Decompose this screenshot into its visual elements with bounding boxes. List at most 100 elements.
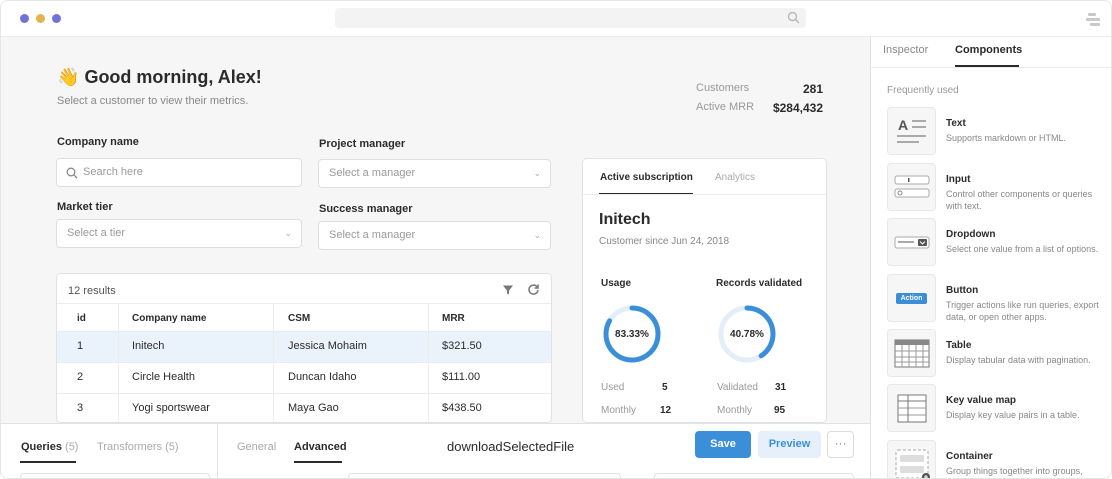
column-header-id[interactable]: id xyxy=(77,304,86,333)
component-table[interactable]: Table Display tabular data with paginati… xyxy=(887,329,1111,379)
table-header-row: id Company name CSM MRR xyxy=(57,303,551,333)
search-icon xyxy=(787,11,800,24)
wave-emoji: 👋 xyxy=(57,67,80,87)
table-row[interactable]: 3 Yogi sportswear Maya Gao $438.50 xyxy=(57,394,551,422)
component-key-value-map[interactable]: Key value map Display key value pairs in… xyxy=(887,384,1111,434)
container-component-icon xyxy=(887,440,936,478)
page-subtitle: Select a customer to view their metrics. xyxy=(57,95,249,107)
query-field[interactable] xyxy=(654,473,854,478)
chevron-down-icon: ⌄ xyxy=(533,230,541,240)
company-search-input[interactable]: Search here xyxy=(56,158,302,187)
market-tier-placeholder: Select a tier xyxy=(67,227,126,239)
column-header-company[interactable]: Company name xyxy=(132,304,206,333)
divider xyxy=(871,67,1111,68)
window-dot-icon[interactable] xyxy=(36,14,45,23)
dropdown-component-icon xyxy=(887,218,936,266)
component-title: Container xyxy=(946,451,993,462)
transformers-label: Transformers xyxy=(97,441,162,453)
component-container[interactable]: Container Group things together into gro… xyxy=(887,440,1111,478)
used-value: 5 xyxy=(662,382,668,393)
column-divider xyxy=(118,303,119,422)
text-component-icon: A xyxy=(887,107,936,155)
queries-count: (5) xyxy=(65,441,79,453)
component-title: Input xyxy=(946,174,971,185)
refresh-icon[interactable] xyxy=(527,283,540,296)
query-field[interactable] xyxy=(348,473,621,478)
save-button[interactable]: Save xyxy=(695,431,751,458)
usage-percent: 83.33% xyxy=(615,329,649,340)
customers-table: 12 results id Company name CSM MRR 1 Ini… xyxy=(56,273,552,423)
divider xyxy=(217,424,218,478)
search-icon xyxy=(66,167,78,179)
component-title: Table xyxy=(946,340,972,351)
usage-title: Usage xyxy=(601,278,632,289)
tab-analytics[interactable]: Analytics xyxy=(715,172,755,183)
records-monthly-value: 95 xyxy=(774,405,786,416)
component-description: Display tabular data with pagination. xyxy=(946,355,1091,365)
mrr-value: $284,432 xyxy=(772,101,823,115)
tab-inspector[interactable]: Inspector xyxy=(883,44,928,56)
filter-icon[interactable] xyxy=(502,284,514,296)
column-header-mrr[interactable]: MRR xyxy=(442,304,465,333)
tab-general[interactable]: General xyxy=(237,441,276,453)
table-row[interactable]: 1 Initech Jessica Mohaim $321.50 xyxy=(57,332,551,363)
component-description: Control other components or queries with… xyxy=(946,189,1093,211)
cell-csm: Maya Gao xyxy=(288,402,339,414)
component-description: Trigger actions like run queries, export… xyxy=(946,300,1099,322)
component-description: Supports markdown or HTML. xyxy=(946,133,1067,143)
queries-label: Queries xyxy=(21,441,62,453)
cell-company: Initech xyxy=(132,340,165,352)
preview-button[interactable]: Preview xyxy=(758,431,821,458)
tab-queries[interactable]: Queries (5) xyxy=(21,441,78,453)
components-panel: Inspector Components Frequently used A T… xyxy=(870,37,1111,478)
component-dropdown[interactable]: Dropdown Select one value from a list of… xyxy=(887,218,1111,268)
more-options-button[interactable]: ··· xyxy=(827,431,854,458)
app-window: 👋 Good morning, Alex! Select a customer … xyxy=(0,0,1112,479)
tab-components[interactable]: Components xyxy=(955,44,1022,56)
greeting-text: Good morning, Alex! xyxy=(84,67,262,87)
success-manager-placeholder: Select a manager xyxy=(329,229,416,241)
button-component-label: Action xyxy=(896,293,927,304)
cell-id: 3 xyxy=(77,402,84,414)
query-name[interactable]: downloadSelectedFile xyxy=(447,439,574,454)
used-label: Used xyxy=(601,382,625,393)
app-canvas: 👋 Good morning, Alex! Select a customer … xyxy=(1,37,870,423)
component-button[interactable]: Action Button Trigger actions like run q… xyxy=(887,274,1111,324)
results-count: 12 results xyxy=(68,285,116,297)
component-description: Group things together into groups, also … xyxy=(946,466,1083,476)
tab-transformers[interactable]: Transformers (5) xyxy=(97,441,179,453)
page-title: 👋 Good morning, Alex! xyxy=(57,67,262,88)
cell-company: Circle Health xyxy=(132,371,195,383)
table-row[interactable]: 2 Circle Health Duncan Idaho $111.00 xyxy=(57,363,551,394)
tab-advanced[interactable]: Advanced xyxy=(294,441,347,453)
column-header-csm[interactable]: CSM xyxy=(288,304,310,333)
key-value-component-icon xyxy=(887,384,936,432)
window-dot-icon[interactable] xyxy=(20,14,29,23)
market-tier-select[interactable]: Select a tier ⌄ xyxy=(56,219,302,248)
sidebar-toggle-icon[interactable] xyxy=(1085,11,1101,27)
cell-id: 2 xyxy=(77,371,84,383)
button-component-icon: Action xyxy=(887,274,936,322)
component-text[interactable]: A Text Supports markdown or HTML. xyxy=(887,107,1111,157)
cell-mrr: $321.50 xyxy=(442,340,482,352)
cell-csm: Duncan Idaho xyxy=(288,371,357,383)
project-manager-select[interactable]: Select a manager ⌄ xyxy=(318,159,551,188)
component-title: Dropdown xyxy=(946,229,996,240)
window-dot-icon[interactable] xyxy=(52,14,61,23)
success-manager-select[interactable]: Select a manager ⌄ xyxy=(318,221,551,250)
project-manager-label: Project manager xyxy=(319,138,406,150)
component-title: Text xyxy=(946,118,966,129)
cell-mrr: $111.00 xyxy=(442,371,481,383)
svg-text:A: A xyxy=(898,117,908,133)
cell-id: 1 xyxy=(77,340,84,352)
validated-label: Validated xyxy=(717,382,758,393)
component-input[interactable]: Input Control other components or querie… xyxy=(887,163,1111,213)
records-percent: 40.78% xyxy=(730,329,764,340)
company-search-placeholder: Search here xyxy=(83,166,143,178)
title-bar xyxy=(1,1,1111,37)
address-bar[interactable] xyxy=(335,8,806,28)
tab-active-subscription[interactable]: Active subscription xyxy=(600,172,693,183)
component-title: Key value map xyxy=(946,395,1017,406)
query-list-item[interactable] xyxy=(20,473,210,478)
chevron-down-icon: ⌄ xyxy=(284,228,292,238)
